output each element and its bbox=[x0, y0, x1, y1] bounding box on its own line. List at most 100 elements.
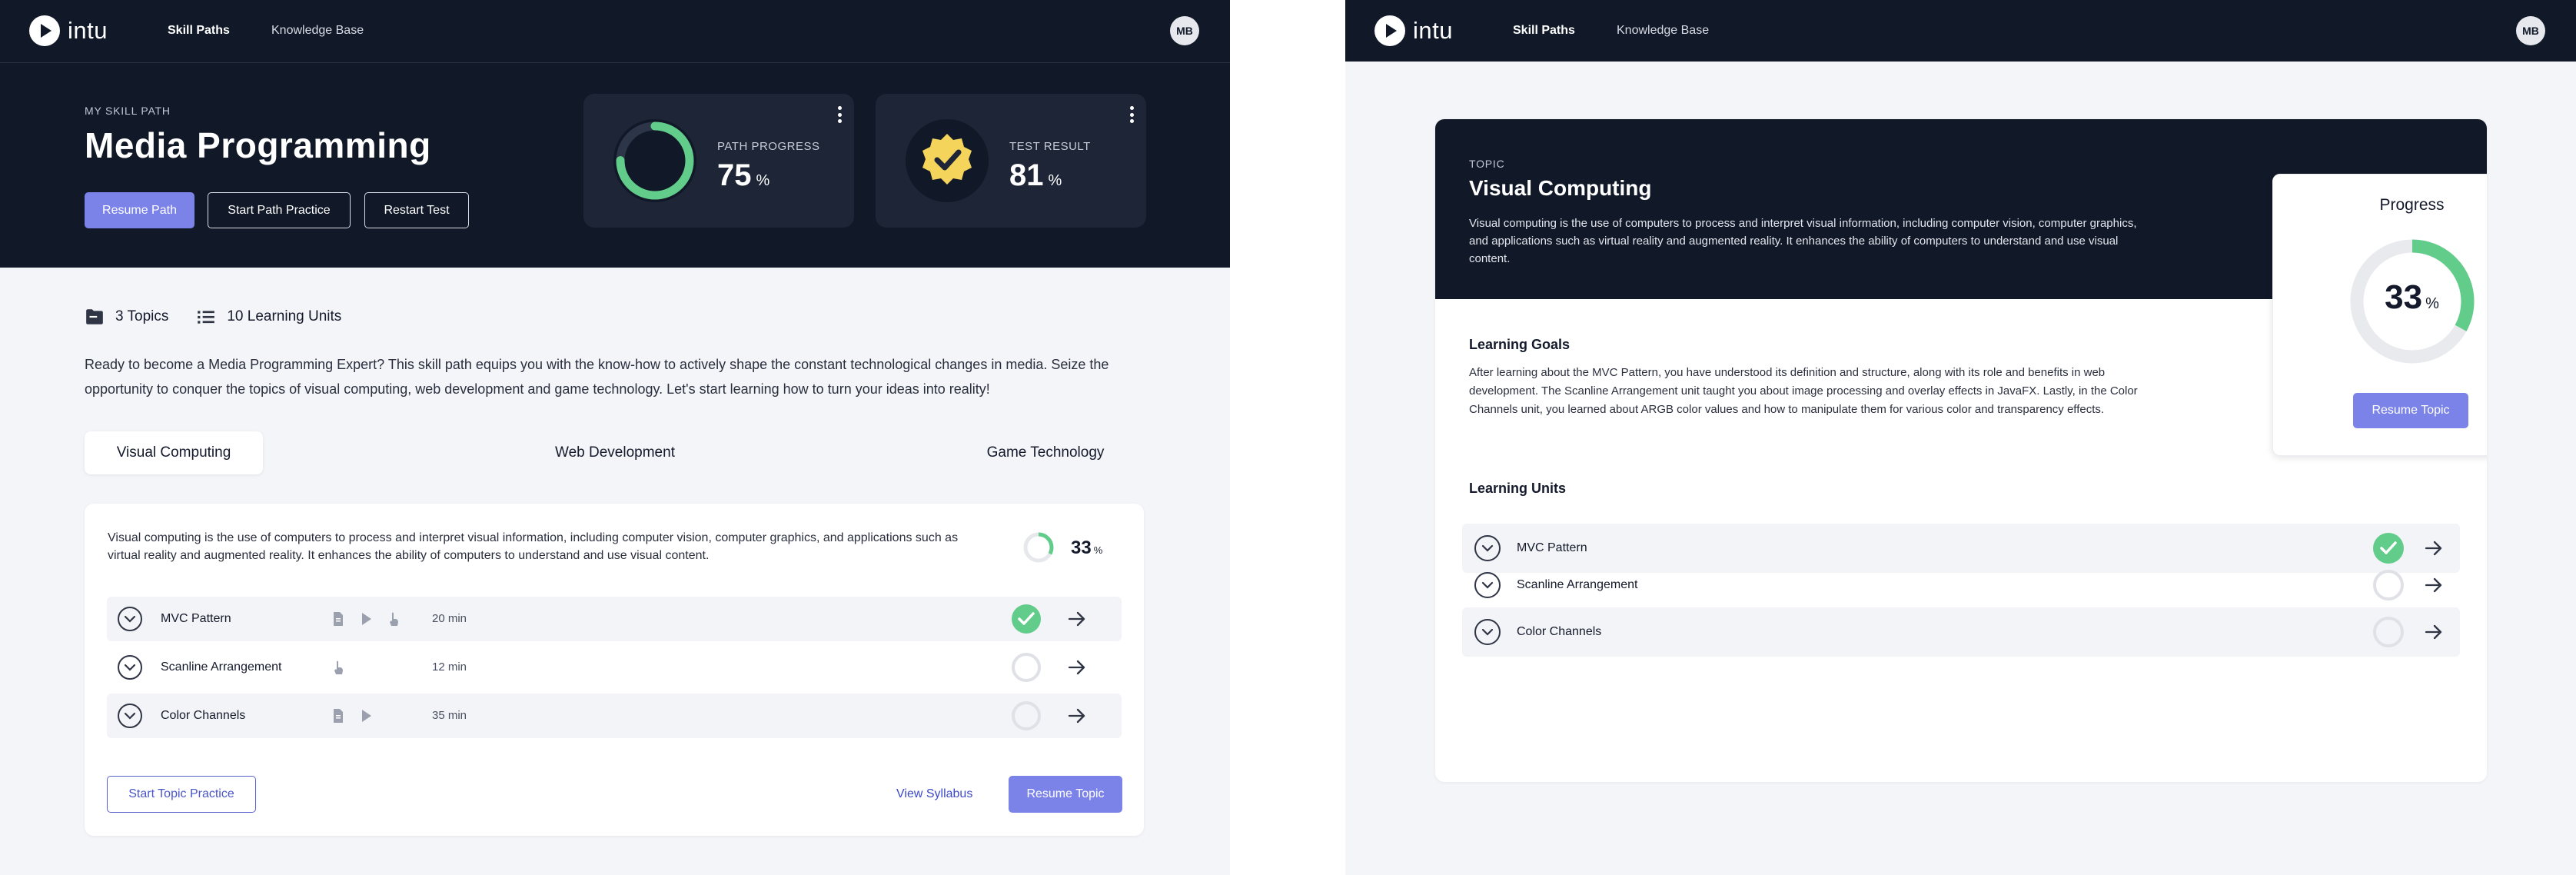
topic-title: Visual Computing bbox=[1469, 176, 1652, 200]
arrow-right-icon[interactable] bbox=[1066, 609, 1088, 629]
nav-skill-paths[interactable]: Skill Paths bbox=[1513, 24, 1575, 38]
incomplete-circle-icon bbox=[1012, 653, 1041, 682]
hand-icon bbox=[390, 612, 398, 626]
resume-path-button[interactable]: Resume Path bbox=[85, 192, 194, 228]
completed-check-icon bbox=[2373, 533, 2404, 564]
learning-unit-row[interactable]: Scanline Arrangement 12 min bbox=[107, 645, 1122, 690]
arrow-right-icon[interactable] bbox=[2423, 621, 2445, 643]
nav-skill-paths[interactable]: Skill Paths bbox=[168, 24, 230, 38]
unit-duration: 12 min bbox=[432, 660, 467, 674]
avatar[interactable]: MB bbox=[2516, 16, 2545, 45]
logo[interactable]: intu bbox=[1374, 15, 1453, 46]
topic-progress-value: 33% bbox=[1071, 537, 1103, 558]
video-icon bbox=[362, 613, 371, 625]
learning-unit-row[interactable]: Scanline Arrangement bbox=[1462, 561, 2460, 610]
incomplete-circle-icon bbox=[2373, 570, 2404, 601]
arrow-right-icon[interactable] bbox=[2423, 574, 2445, 596]
path-intro: Ready to become a Media Programming Expe… bbox=[85, 357, 1109, 397]
tab-game-technology[interactable]: Game Technology bbox=[953, 431, 1138, 474]
skill-path-screen: intu Skill Paths Knowledge Base MB MY SK… bbox=[0, 0, 1230, 875]
video-icon bbox=[362, 710, 371, 722]
tab-visual-computing[interactable]: Visual Computing bbox=[85, 431, 263, 474]
eyebrow-label: MY SKILL PATH bbox=[85, 105, 171, 117]
chevron-down-icon[interactable] bbox=[1474, 571, 1501, 599]
learning-unit-row[interactable]: Color Channels bbox=[1462, 607, 2460, 657]
arrow-right-icon[interactable] bbox=[2423, 537, 2445, 559]
path-progress-label: PATH PROGRESS bbox=[717, 140, 820, 153]
logo-play-icon bbox=[1374, 15, 1405, 46]
folder-icon bbox=[86, 309, 103, 324]
topic-description: Visual computing is the use of computers… bbox=[1469, 217, 2137, 265]
unit-title: Color Channels bbox=[1517, 625, 1602, 638]
progress-value: 33% bbox=[2385, 278, 2439, 316]
tab-web-development[interactable]: Web Development bbox=[523, 431, 707, 474]
topic-detail-screen: intu Skill Paths Knowledge Base MB TOPIC… bbox=[1345, 0, 2576, 875]
resume-topic-button[interactable]: Resume Topic bbox=[1009, 776, 1122, 813]
resume-topic-button[interactable]: Resume Topic bbox=[2353, 393, 2468, 428]
learning-units-title: Learning Units bbox=[1469, 481, 1567, 496]
top-navbar: intu Skill Paths Knowledge Base MB bbox=[0, 0, 1230, 63]
unit-title: Scanline Arrangement bbox=[161, 660, 282, 674]
topics-count: 3 Topics bbox=[115, 308, 169, 324]
page-title: Media Programming bbox=[85, 125, 431, 165]
unit-content-types bbox=[330, 659, 357, 676]
arrow-right-icon[interactable] bbox=[1066, 706, 1088, 726]
nav-knowledge-base[interactable]: Knowledge Base bbox=[271, 24, 364, 38]
more-options-icon[interactable] bbox=[1129, 106, 1134, 123]
arrow-right-icon[interactable] bbox=[1066, 657, 1088, 677]
incomplete-circle-icon bbox=[1012, 701, 1041, 730]
unit-duration: 35 min bbox=[432, 709, 467, 722]
path-stats: 3 Topics 10 Learning Units bbox=[85, 306, 341, 328]
test-result-label: TEST RESULT bbox=[1009, 140, 1091, 153]
test-result-value: 81% bbox=[1009, 158, 1062, 192]
unit-title: MVC Pattern bbox=[1517, 541, 1587, 554]
start-path-practice-button[interactable]: Start Path Practice bbox=[208, 192, 351, 228]
nav-knowledge-base[interactable]: Knowledge Base bbox=[1617, 24, 1709, 38]
completed-check-icon bbox=[1012, 604, 1041, 634]
unit-title: Scanline Arrangement bbox=[1517, 578, 1638, 591]
progress-card: Progress 33% Resume Topic bbox=[2272, 174, 2487, 456]
chevron-down-icon[interactable] bbox=[117, 654, 143, 680]
avatar[interactable]: MB bbox=[1170, 16, 1199, 45]
progress-title: Progress bbox=[2379, 196, 2445, 214]
logo-text: intu bbox=[1413, 17, 1453, 44]
path-progress-card: PATH PROGRESS 75% bbox=[583, 94, 854, 228]
more-options-icon[interactable] bbox=[837, 106, 842, 123]
top-navbar: intu Skill Paths Knowledge Base MB bbox=[1345, 0, 2576, 62]
unit-content-types bbox=[330, 611, 413, 627]
chevron-down-icon[interactable] bbox=[117, 703, 143, 729]
document-icon bbox=[334, 612, 343, 626]
learning-unit-row[interactable]: Color Channels 35 min bbox=[107, 694, 1122, 738]
restart-test-button[interactable]: Restart Test bbox=[364, 192, 469, 228]
topic-panel: Visual computing is the use of computers… bbox=[85, 504, 1144, 836]
chevron-down-icon[interactable] bbox=[117, 606, 143, 632]
chevron-down-icon[interactable] bbox=[1474, 618, 1501, 646]
logo-play-icon bbox=[29, 15, 60, 46]
topic-card: TOPIC Visual Computing Visual computing … bbox=[1435, 119, 2487, 782]
test-result-card: TEST RESULT 81% bbox=[876, 94, 1146, 228]
unit-duration: 20 min bbox=[432, 612, 467, 625]
learning-goals-text: After learning about the MVC Pattern, yo… bbox=[1469, 366, 2138, 416]
learning-unit-row[interactable]: MVC Pattern 20 min bbox=[107, 597, 1122, 641]
topic-description: Visual computing is the use of computers… bbox=[108, 531, 959, 562]
units-count: 10 Learning Units bbox=[227, 308, 342, 324]
incomplete-circle-icon bbox=[2373, 617, 2404, 647]
unit-content-types bbox=[330, 707, 385, 724]
start-topic-practice-button[interactable]: Start Topic Practice bbox=[107, 776, 256, 813]
unit-title: Color Channels bbox=[161, 709, 246, 722]
progress-ring-icon bbox=[613, 119, 696, 202]
check-badge-icon bbox=[906, 119, 989, 202]
view-syllabus-link[interactable]: View Syllabus bbox=[896, 787, 972, 801]
learning-goals-title: Learning Goals bbox=[1469, 337, 1571, 352]
list-icon bbox=[198, 311, 215, 324]
logo-text: intu bbox=[68, 17, 108, 44]
eyebrow-label: TOPIC bbox=[1469, 158, 1505, 170]
chevron-down-icon[interactable] bbox=[1474, 534, 1501, 562]
document-icon bbox=[334, 709, 343, 723]
unit-title: MVC Pattern bbox=[161, 612, 231, 625]
skill-path-hero: MY SKILL PATH Media Programming Resume P… bbox=[0, 63, 1230, 268]
path-progress-value: 75% bbox=[717, 158, 770, 192]
hand-icon bbox=[334, 660, 343, 674]
logo[interactable]: intu bbox=[29, 15, 108, 46]
topic-progress-ring bbox=[1023, 532, 1054, 563]
